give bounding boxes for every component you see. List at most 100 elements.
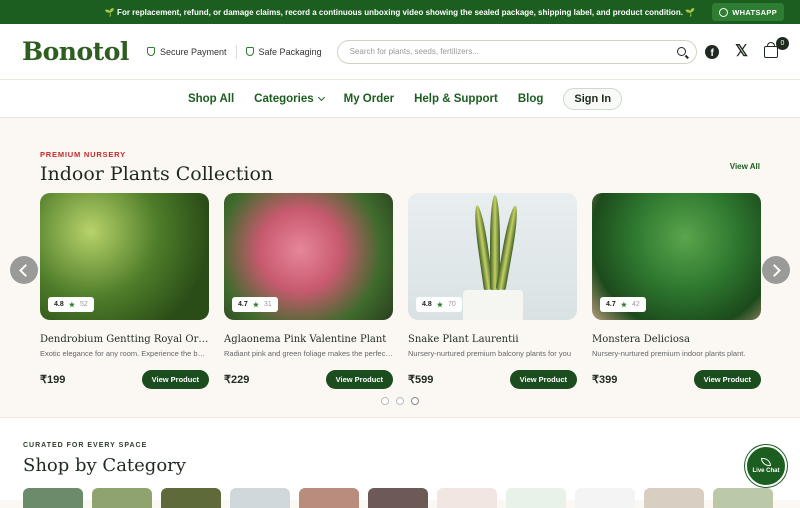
section-title: Indoor Plants Collection [40, 163, 273, 185]
product-footer: ₹199 View Product [40, 370, 209, 389]
product-footer: ₹399 View Product [592, 370, 761, 389]
review-count: 42 [632, 301, 640, 308]
rating-value: 4.8 [54, 301, 64, 308]
product-name[interactable]: Dendrobium Gentting Royal Orchid [40, 334, 209, 345]
nav-label: Categories [254, 93, 313, 105]
product-price: ₹229 [224, 373, 249, 386]
rating-badge: 4.8 ★ 52 [48, 297, 94, 312]
rating-value: 4.7 [606, 301, 616, 308]
divider [236, 45, 237, 59]
nav-blog[interactable]: Blog [518, 93, 544, 105]
star-icon: ★ [253, 301, 259, 309]
category-thumbnail[interactable] [230, 488, 290, 508]
product-description: Nursery-nurtured premium indoor plants p… [592, 349, 761, 358]
nav-help-support[interactable]: Help & Support [414, 93, 498, 105]
star-icon: ★ [621, 301, 627, 309]
review-count: 52 [80, 301, 88, 308]
category-thumbnail[interactable] [713, 488, 773, 508]
category-thumbnail[interactable] [506, 488, 566, 508]
nav-categories[interactable]: Categories [254, 93, 323, 105]
site-header: Bonotol Secure Payment Safe Packaging f … [0, 24, 800, 80]
product-name[interactable]: Monstera Deliciosa [592, 334, 761, 345]
category-section: CURATED FOR EVERY SPACE Shop by Category [0, 417, 800, 500]
nav-my-order[interactable]: My Order [344, 93, 395, 105]
nav-label: Blog [518, 93, 544, 105]
category-thumbnail[interactable] [92, 488, 152, 508]
package-icon [246, 47, 254, 56]
category-eyebrow: CURATED FOR EVERY SPACE [23, 442, 147, 449]
chevron-down-icon [318, 93, 325, 100]
carousel-dot[interactable] [396, 397, 404, 405]
nav-label: Help & Support [414, 93, 498, 105]
section-eyebrow: PREMIUM NURSERY [40, 150, 126, 159]
product-card[interactable]: 4.8 ★ 70 Snake Plant Laurentii Nursery-n… [408, 193, 577, 389]
safe-packaging-badge: Safe Packaging [246, 47, 322, 57]
view-product-button[interactable]: View Product [510, 370, 577, 389]
sign-in-button[interactable]: Sign In [563, 88, 622, 110]
category-thumbnails [23, 488, 773, 508]
announcement-bar: 🌱 For replacement, refund, or damage cla… [0, 0, 800, 24]
product-card[interactable]: 4.8 ★ 52 Dendrobium Gentting Royal Orchi… [40, 193, 209, 389]
secure-payment-badge: Secure Payment [147, 47, 227, 57]
nav-label: My Order [344, 93, 395, 105]
view-product-button[interactable]: View Product [326, 370, 393, 389]
live-chat-button[interactable]: Live Chat [745, 445, 787, 487]
secure-payment-label: Secure Payment [160, 47, 227, 57]
rating-value: 4.8 [422, 301, 432, 308]
category-thumbnail[interactable] [644, 488, 704, 508]
product-description: Exotic elegance for any room. Experience… [40, 349, 209, 358]
search-icon[interactable] [677, 47, 686, 56]
product-description: Radiant pink and green foliage makes the… [224, 349, 393, 358]
whatsapp-button[interactable]: WHATSAPP [712, 3, 784, 21]
product-card[interactable]: 4.7 ★ 42 Monstera Deliciosa Nursery-nurt… [592, 193, 761, 389]
site-logo[interactable]: Bonotol [22, 37, 147, 66]
category-thumbnail[interactable] [368, 488, 428, 508]
product-image[interactable]: 4.8 ★ 70 [408, 193, 577, 320]
star-icon: ★ [437, 301, 443, 309]
product-name[interactable]: Snake Plant Laurentii [408, 334, 577, 345]
live-chat-label: Live Chat [752, 468, 779, 474]
cart-icon[interactable]: 0 [764, 46, 778, 58]
product-image[interactable]: 4.7 ★ 42 [592, 193, 761, 320]
facebook-icon[interactable]: f [705, 45, 719, 59]
carousel-pagination [381, 397, 419, 405]
nav-shop-all[interactable]: Shop All [188, 93, 234, 105]
carousel-dot[interactable] [381, 397, 389, 405]
category-thumbnail[interactable] [437, 488, 497, 508]
safe-packaging-label: Safe Packaging [259, 47, 322, 57]
view-product-button[interactable]: View Product [694, 370, 761, 389]
whatsapp-icon [719, 8, 728, 17]
main-nav: Shop All Categories My Order Help & Supp… [0, 80, 800, 118]
rating-badge: 4.7 ★ 42 [600, 297, 646, 312]
cart-count-badge: 0 [776, 37, 789, 50]
rating-badge: 4.7 ★ 31 [232, 297, 278, 312]
product-price: ₹399 [592, 373, 617, 386]
product-footer: ₹229 View Product [224, 370, 393, 389]
product-price: ₹199 [40, 373, 65, 386]
product-card[interactable]: 4.7 ★ 31 Aglaonema Pink Valentine Plant … [224, 193, 393, 389]
carousel-dot-active[interactable] [411, 397, 419, 405]
header-icons: f 𝕏 0 [705, 44, 778, 60]
product-image[interactable]: 4.8 ★ 52 [40, 193, 209, 320]
category-thumbnail[interactable] [575, 488, 635, 508]
category-title: Shop by Category [23, 455, 186, 476]
search-input[interactable] [350, 47, 677, 56]
product-description: Nursery-nurtured premium balcony plants … [408, 349, 577, 358]
product-carousel: 4.8 ★ 52 Dendrobium Gentting Royal Orchi… [40, 193, 760, 389]
view-product-button[interactable]: View Product [142, 370, 209, 389]
pot-shape [463, 290, 523, 320]
view-all-link[interactable]: View All [730, 162, 760, 171]
carousel-prev-button[interactable] [10, 256, 38, 284]
category-thumbnail[interactable] [161, 488, 221, 508]
sprout-icon [761, 458, 771, 466]
whatsapp-label: WHATSAPP [732, 8, 777, 17]
carousel-next-button[interactable] [762, 256, 790, 284]
category-thumbnail[interactable] [23, 488, 83, 508]
star-icon: ★ [69, 301, 75, 309]
search-bar [337, 40, 697, 64]
rating-value: 4.7 [238, 301, 248, 308]
product-name[interactable]: Aglaonema Pink Valentine Plant [224, 334, 393, 345]
product-image[interactable]: 4.7 ★ 31 [224, 193, 393, 320]
category-thumbnail[interactable] [299, 488, 359, 508]
x-twitter-icon[interactable]: 𝕏 [735, 44, 748, 60]
